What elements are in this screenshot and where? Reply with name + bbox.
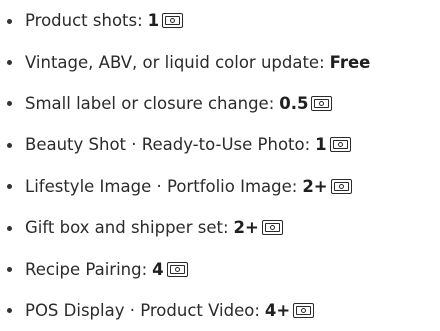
item-value: 1 <box>315 135 327 155</box>
item-value: 1 <box>147 11 160 31</box>
list-item: Lifestyle Image · Portfolio Image: 2+ <box>0 166 440 207</box>
pricing-list: Product shots: 1 Vintage, ABV, or liquid… <box>0 0 440 331</box>
item-label: Beauty Shot · Ready-to-Use Photo: <box>25 135 311 155</box>
item-value: 4+ <box>264 300 291 320</box>
item-label: Small label or closure change: <box>25 93 275 113</box>
credit-icon <box>166 261 188 277</box>
credit-icon <box>261 220 283 236</box>
bullet <box>7 101 12 107</box>
list-item: Small label or closure change: 0.5 <box>0 83 440 124</box>
credit-icon <box>293 302 315 318</box>
list-item: Recipe Pairing: 4 <box>0 248 440 289</box>
item-label: POS Display · Product Video: <box>25 300 260 320</box>
item-value: 4 <box>152 259 164 279</box>
credit-icon <box>311 95 333 111</box>
bullet <box>7 225 12 231</box>
item-label: Lifestyle Image · Portfolio Image: <box>25 176 298 196</box>
item-value: 2+ <box>233 218 259 238</box>
bullet <box>7 142 12 148</box>
list-item: Beauty Shot · Ready-to-Use Photo: 1 <box>0 124 440 165</box>
credit-icon <box>162 13 184 29</box>
item-label: Gift box and shipper set: <box>25 218 229 238</box>
bullet <box>7 308 12 314</box>
list-item: Vintage, ABV, or liquid color update: Fr… <box>0 41 440 82</box>
item-label: Vintage, ABV, or liquid color update: <box>25 52 325 72</box>
bullet <box>7 267 12 273</box>
bullet <box>7 60 12 66</box>
item-label: Recipe Pairing: <box>25 259 148 279</box>
item-value: Free <box>329 52 371 72</box>
list-item: Product shots: 1 <box>0 0 440 41</box>
credit-icon <box>329 137 351 153</box>
item-value: 2+ <box>302 176 328 196</box>
credit-icon <box>330 178 352 194</box>
item-value: 0.5 <box>279 93 309 113</box>
list-item: POS Display · Product Video: 4+ <box>0 290 440 331</box>
item-label: Product shots: <box>25 11 143 31</box>
bullet <box>7 184 12 190</box>
list-item: Gift box and shipper set: 2+ <box>0 207 440 248</box>
bullet <box>7 18 12 24</box>
